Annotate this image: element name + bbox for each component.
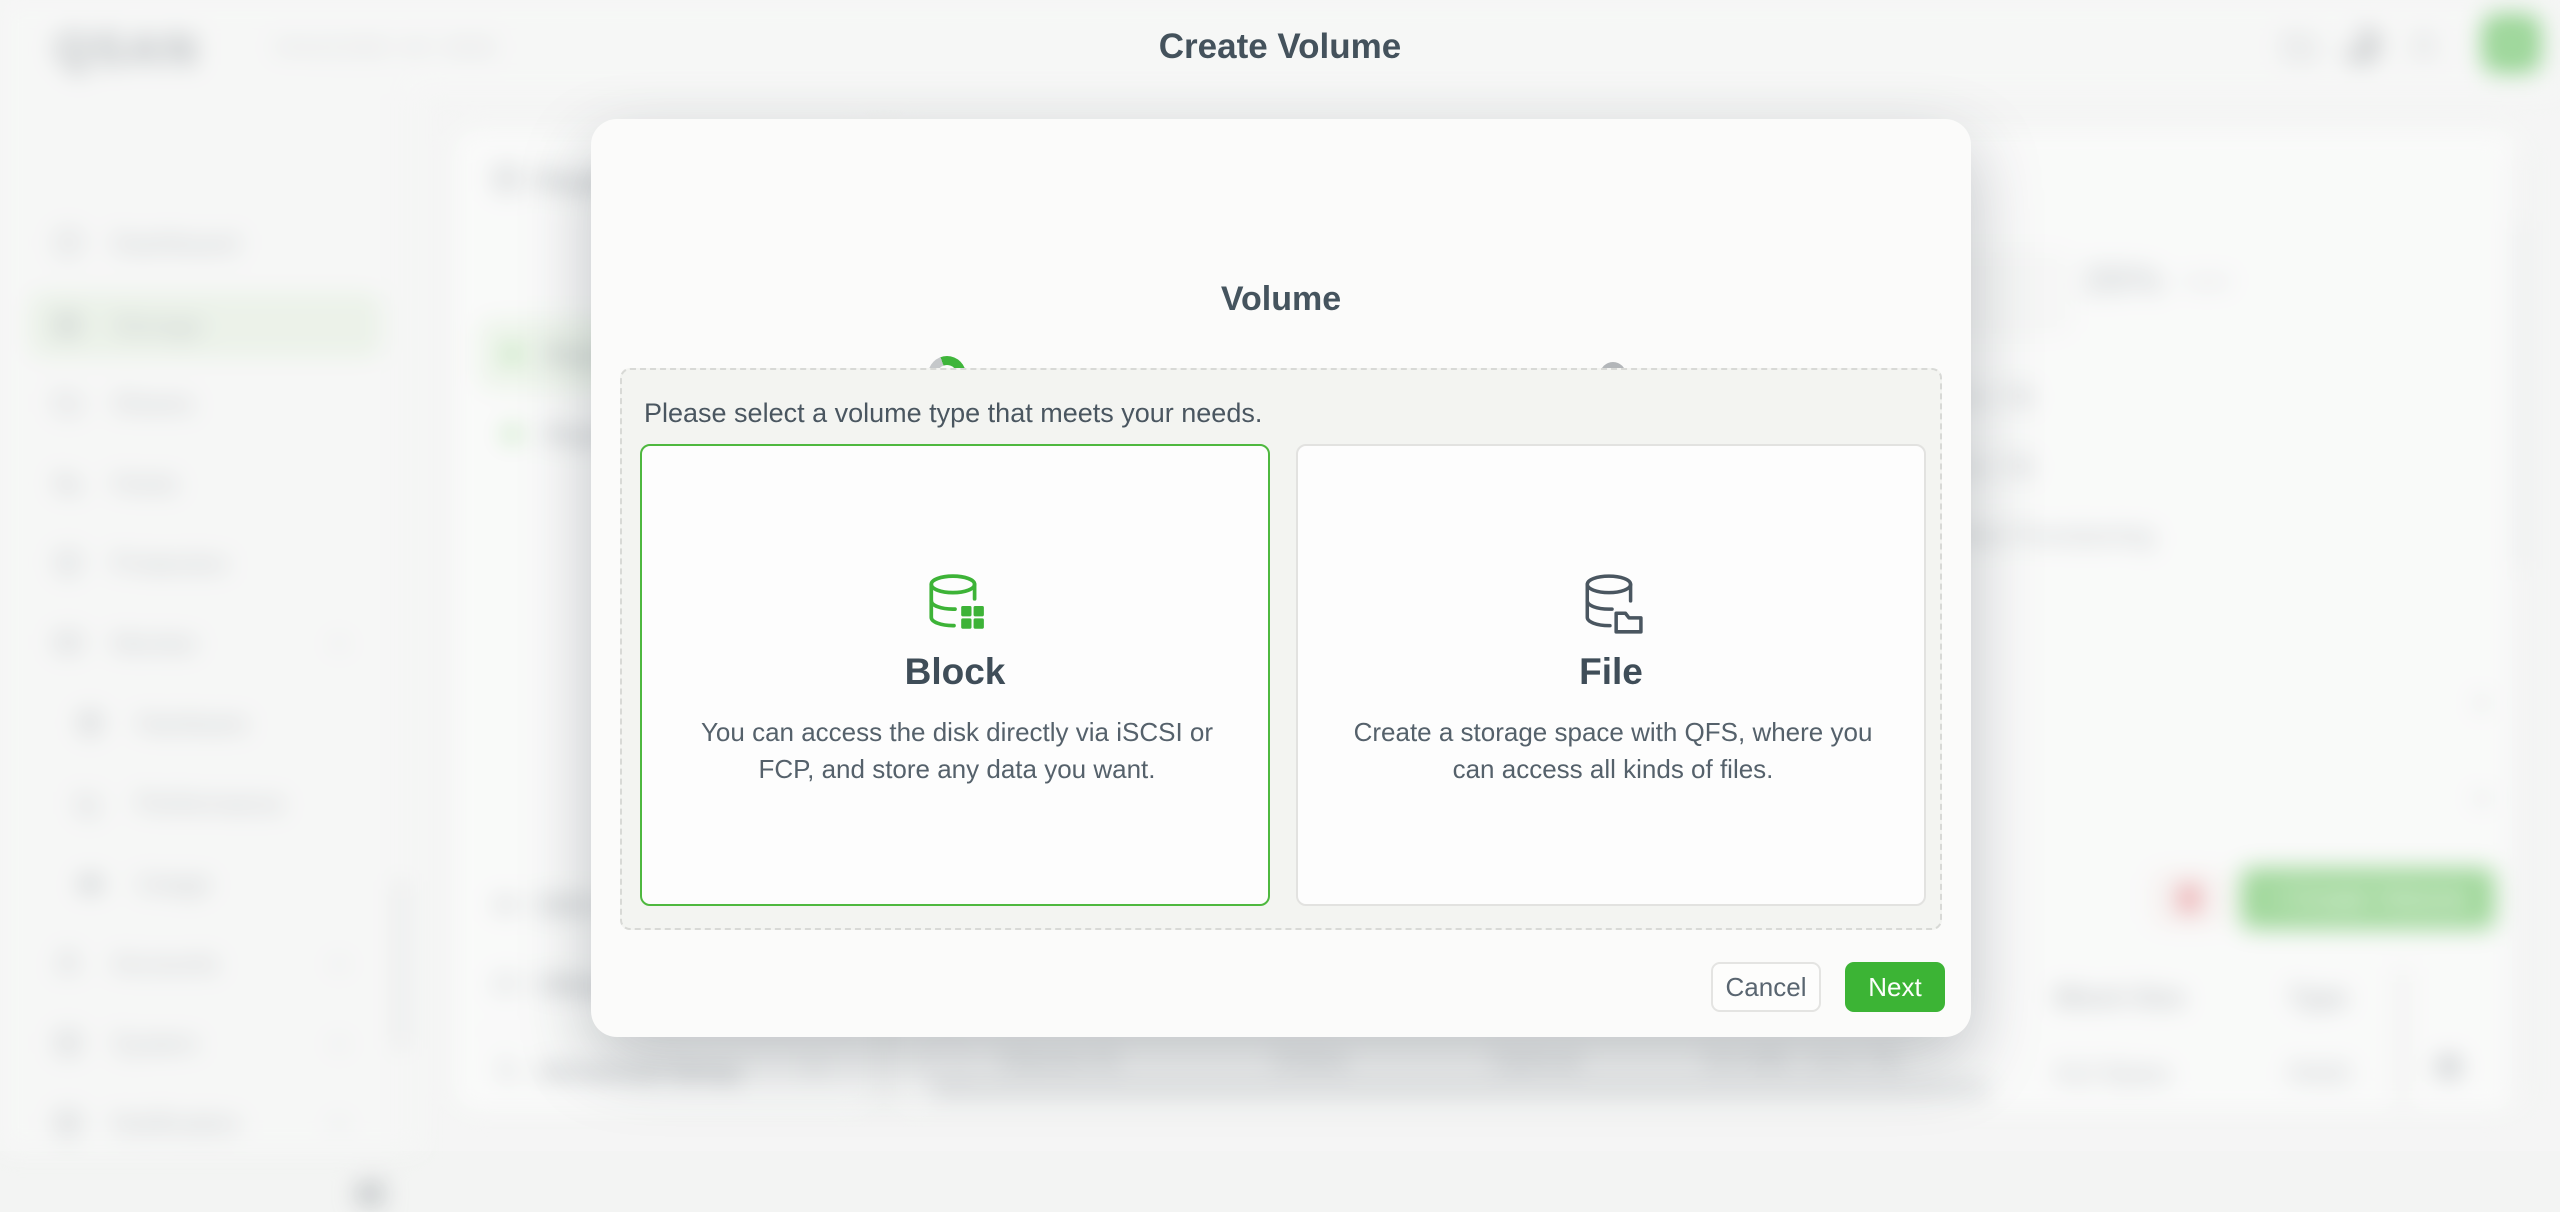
next-button[interactable]: Next [1845,962,1945,1012]
create-volume-modal: Volume Volume Create Please select a vol… [591,119,1971,1037]
file-volume-icon [1578,572,1644,638]
file-card-title: File [1298,651,1924,693]
block-volume-icon [922,572,988,638]
sidebar-collapse-icon[interactable] [352,1176,388,1212]
cancel-button[interactable]: Cancel [1711,962,1821,1012]
block-card-description: You can access the disk directly via iSC… [677,714,1237,788]
block-type-card[interactable]: Block You can access the disk directly v… [640,444,1270,906]
file-card-description: Create a storage space with QFS, where y… [1333,714,1893,788]
select-type-prompt: Please select a volume type that meets y… [644,398,1262,429]
page-title: Create Volume [0,0,2560,93]
file-type-card[interactable]: File Create a storage space with QFS, wh… [1296,444,1926,906]
block-card-title: Block [642,651,1268,693]
volume-type-panel: Please select a volume type that meets y… [620,368,1942,930]
